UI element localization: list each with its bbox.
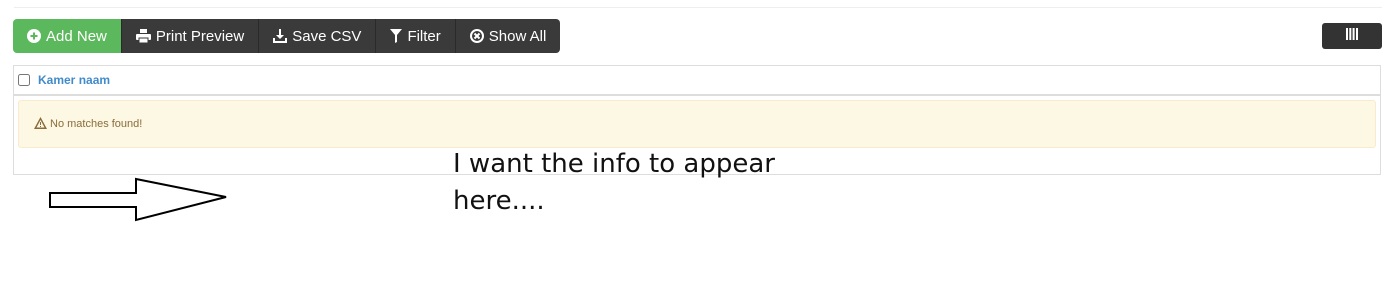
save-csv-button[interactable]: Save CSV [258,19,376,53]
save-csv-label: Save CSV [292,27,362,45]
show-all-button[interactable]: Show All [454,19,561,53]
no-matches-alert: No matches found! [18,100,1376,148]
add-new-label: Add New [46,27,107,45]
print-preview-button[interactable]: Print Preview [120,19,259,53]
annotation-note: I want the info to appear here.... [453,146,813,220]
column-toggle-button[interactable] [1322,23,1382,49]
grid-header-row: Kamer naam [14,66,1380,96]
filter-icon [390,29,403,43]
download-icon [273,29,288,43]
column-header-kamer-naam[interactable]: Kamer naam [38,73,110,87]
select-all-checkbox[interactable] [18,74,30,86]
print-preview-label: Print Preview [155,27,245,45]
plus-circle-icon [27,29,41,43]
annotation-line-1: I want the info to appear [453,149,775,179]
add-new-button[interactable]: Add New [13,19,121,53]
top-divider [14,7,1382,8]
annotation-line-2: here.... [453,186,545,216]
close-circle-icon [469,29,484,43]
show-all-label: Show All [488,27,547,45]
warning-icon [34,116,47,132]
empty-message: No matches found! [50,118,143,130]
arrow-right-icon [49,177,227,222]
filter-button[interactable]: Filter [375,19,455,53]
columns-icon [1346,27,1358,45]
filter-label: Filter [407,27,441,45]
printer-icon [135,29,151,43]
grid-toolbar: Add New Print Preview Save CSV Filter Sh… [13,19,561,53]
